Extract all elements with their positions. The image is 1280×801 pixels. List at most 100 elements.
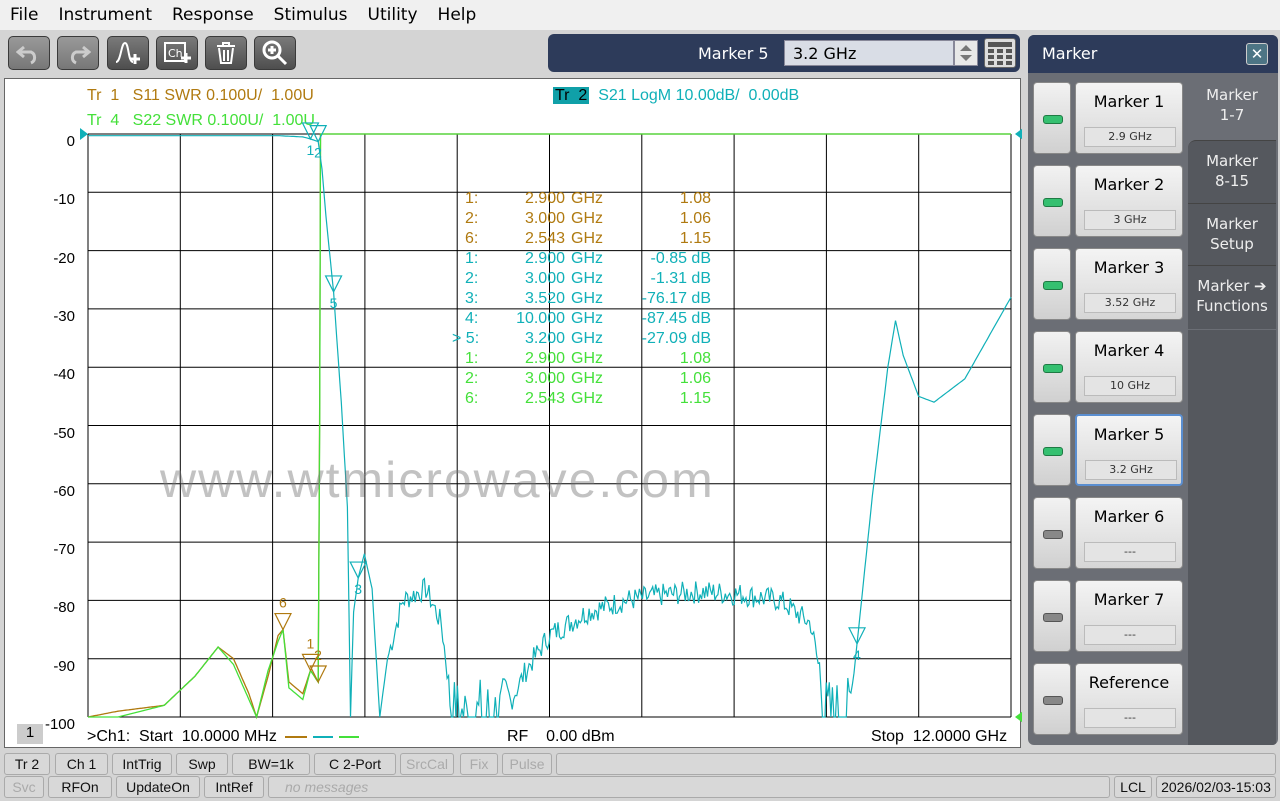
status-swp[interactable]: Swp bbox=[176, 753, 228, 775]
marker-button-value: 3 GHz bbox=[1084, 210, 1176, 230]
menu-file[interactable]: File bbox=[0, 5, 48, 25]
marker-table-frequency: 3.200 bbox=[524, 330, 565, 347]
marker-toggle-3[interactable] bbox=[1033, 248, 1071, 320]
marker-table-frequency: 2.900 bbox=[524, 250, 565, 267]
marker-triangle-icon[interactable] bbox=[274, 612, 292, 631]
marker-toggle-2[interactable] bbox=[1033, 165, 1071, 237]
status-tr-2[interactable]: Tr 2 bbox=[4, 753, 50, 775]
redo-button[interactable] bbox=[57, 36, 99, 70]
marker-button-8[interactable]: Reference --- bbox=[1075, 663, 1183, 735]
marker-table-frequency: 3.000 bbox=[524, 210, 565, 227]
channel-number[interactable]: 1 bbox=[17, 724, 43, 744]
led-indicator-icon bbox=[1043, 613, 1063, 622]
marker-button-6[interactable]: Marker 6 --- bbox=[1075, 497, 1183, 569]
marker-button-5[interactable]: Marker 5 3.2 GHz bbox=[1075, 414, 1183, 486]
marker-table-value: 1.15 bbox=[679, 230, 711, 247]
marker-button-label: Marker 4 bbox=[1093, 341, 1165, 360]
menu-help[interactable]: Help bbox=[428, 5, 487, 25]
marker-table-frequency: 3.520 bbox=[524, 290, 565, 307]
keypad-button[interactable] bbox=[984, 38, 1016, 68]
status-fix[interactable]: Fix bbox=[460, 753, 498, 775]
marker-toggle-4[interactable] bbox=[1033, 331, 1071, 403]
marker-value-input[interactable]: 3.2 GHz bbox=[784, 40, 954, 66]
zoom-button[interactable] bbox=[254, 36, 296, 70]
led-indicator-icon bbox=[1043, 364, 1063, 373]
marker-button-4[interactable]: Marker 4 10 GHz bbox=[1075, 331, 1183, 403]
menu-instrument[interactable]: Instrument bbox=[48, 5, 162, 25]
marker-button-7[interactable]: Marker 7 --- bbox=[1075, 580, 1183, 652]
add-trace-button[interactable] bbox=[107, 36, 149, 70]
tab-marker-1-7[interactable]: Marker 1-7 bbox=[1188, 75, 1276, 140]
add-trace-icon bbox=[115, 41, 140, 64]
marker-panel: Marker ✕ Marker 1 2.9 GHz Marker 2 3 GHz Ma… bbox=[1028, 35, 1278, 745]
reference-arrow-icon bbox=[1015, 128, 1022, 140]
marker-value-spinner[interactable] bbox=[954, 40, 978, 66]
status-c-2-port[interactable]: C 2-Port bbox=[314, 753, 396, 775]
start-frequency[interactable]: >Ch1: Start 10.0000 MHz bbox=[87, 728, 277, 746]
marker-table-value: 1.08 bbox=[679, 190, 711, 207]
led-indicator-icon bbox=[1043, 198, 1063, 207]
add-channel-button[interactable]: Ch bbox=[156, 36, 198, 70]
marker-button-value: 3.52 GHz bbox=[1084, 293, 1176, 313]
tab-marker-8-15[interactable]: Marker 8-15 bbox=[1188, 140, 1276, 203]
panel-title: Marker bbox=[1042, 44, 1098, 63]
marker-toggle-8[interactable] bbox=[1033, 663, 1071, 735]
tab-area bbox=[1188, 330, 1276, 745]
marker-button-value: --- bbox=[1084, 708, 1176, 728]
tab-marker-setup[interactable]: Marker Setup bbox=[1188, 203, 1276, 265]
marker-table-value: -0.85 dB bbox=[650, 250, 711, 267]
svg-text:Ch: Ch bbox=[168, 47, 183, 60]
update-on-status[interactable]: UpdateOn bbox=[116, 776, 200, 798]
menu-response[interactable]: Response bbox=[162, 5, 264, 25]
marker-button-label: Marker 7 bbox=[1093, 590, 1165, 609]
undo-button[interactable] bbox=[8, 36, 50, 70]
marker-label: 6 bbox=[279, 595, 287, 611]
undo-icon bbox=[16, 45, 37, 65]
delete-button[interactable] bbox=[205, 36, 247, 70]
marker-button-label: Marker 5 bbox=[1093, 425, 1165, 444]
status-srccal[interactable]: SrcCal bbox=[400, 753, 454, 775]
status-inttrig[interactable]: IntTrig bbox=[112, 753, 172, 775]
marker-table-value: 1.15 bbox=[679, 390, 711, 407]
stop-frequency[interactable]: Stop 12.0000 GHz bbox=[871, 728, 1007, 746]
led-indicator-icon bbox=[1043, 696, 1063, 705]
int-ref-status[interactable]: IntRef bbox=[204, 776, 264, 798]
marker-table-value: -87.45 dB bbox=[641, 310, 711, 327]
status-pulse[interactable]: Pulse bbox=[502, 753, 552, 775]
trace-legend-lines bbox=[285, 736, 359, 738]
tab-marker-functions[interactable]: Marker ➔ Functions bbox=[1188, 265, 1276, 329]
menu-stimulus[interactable]: Stimulus bbox=[264, 5, 358, 25]
svc-status[interactable]: Svc bbox=[4, 776, 44, 798]
status-ch-1[interactable]: Ch 1 bbox=[55, 753, 108, 775]
message-bar: no messages bbox=[268, 776, 1110, 798]
marker-table-frequency: 3.000 bbox=[524, 270, 565, 287]
reference-arrow-icon bbox=[1015, 711, 1022, 723]
marker-button-2[interactable]: Marker 2 3 GHz bbox=[1075, 165, 1183, 237]
rf-power[interactable]: RF 0.00 dBm bbox=[507, 728, 615, 746]
lcl-status[interactable]: LCL bbox=[1114, 776, 1152, 798]
measurement-plot[interactable]: Tr 1 S11 SWR 0.100U/ 1.00U Tr 4 S22 SWR … bbox=[4, 78, 1022, 748]
watermark: www.wtmicrowave.com bbox=[160, 452, 715, 508]
marker-button-label: Marker 1 bbox=[1093, 92, 1165, 111]
status-bw-1k[interactable]: BW=1k bbox=[232, 753, 310, 775]
marker-toggle-5[interactable] bbox=[1033, 414, 1071, 486]
add-channel-icon: Ch bbox=[164, 42, 191, 63]
marker-toggle-6[interactable] bbox=[1033, 497, 1071, 569]
marker-button-label: Marker 6 bbox=[1093, 507, 1165, 526]
zoom-icon bbox=[262, 40, 288, 66]
delete-icon bbox=[217, 42, 235, 64]
marker-label: 2 bbox=[314, 647, 322, 663]
marker-toggle-1[interactable] bbox=[1033, 82, 1071, 154]
reference-arrow-icon bbox=[80, 128, 88, 140]
marker-toggle-7[interactable] bbox=[1033, 580, 1071, 652]
marker-button-value: 3.2 GHz bbox=[1085, 460, 1177, 480]
rf-on-status[interactable]: RFOn bbox=[48, 776, 112, 798]
close-icon[interactable]: ✕ bbox=[1246, 43, 1268, 65]
menu-utility[interactable]: Utility bbox=[358, 5, 428, 25]
marker-label: 4 bbox=[853, 647, 861, 663]
led-indicator-icon bbox=[1043, 281, 1063, 290]
marker-button-1[interactable]: Marker 1 2.9 GHz bbox=[1075, 82, 1183, 154]
marker-button-3[interactable]: Marker 3 3.52 GHz bbox=[1075, 248, 1183, 320]
spinner-arrows-icon bbox=[960, 45, 972, 61]
led-indicator-icon bbox=[1043, 115, 1063, 124]
